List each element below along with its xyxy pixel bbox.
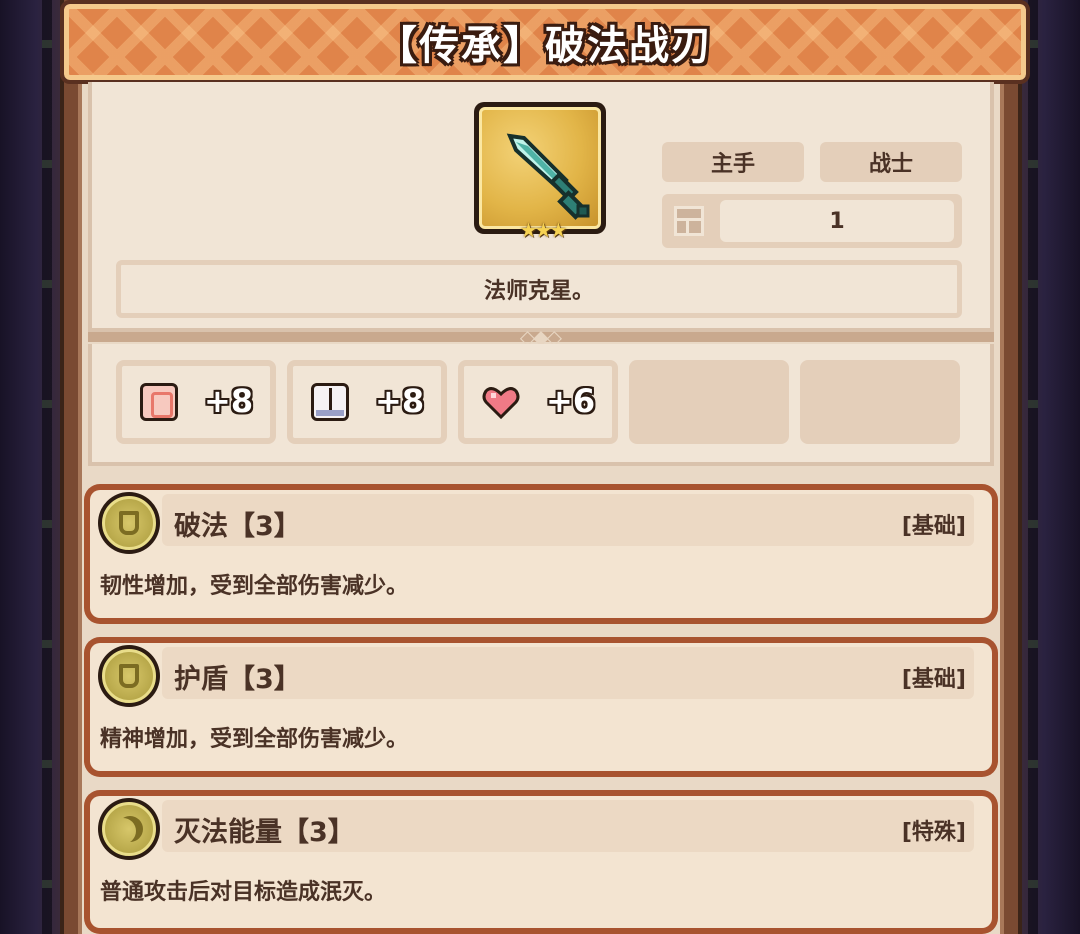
skill-type: [基础] xyxy=(901,667,966,692)
skill-card[interactable]: 灭法能量【3】 [特殊] 普通攻击后对目标造成泯灭。 xyxy=(84,790,998,934)
skill-name: 破法【3】 xyxy=(174,511,301,542)
moon-icon xyxy=(102,802,156,856)
skill-badge xyxy=(98,798,160,860)
skill-badge xyxy=(98,492,160,554)
skill-card[interactable]: 破法【3】 [基础] 韧性增加，受到全部伤害减少。 xyxy=(84,484,998,624)
spellbook-icon xyxy=(311,383,349,421)
skill-description: 普通攻击后对目标造成泯灭。 xyxy=(100,880,387,905)
skill-card-body: 破法【3】 [基础] 韧性增加，受到全部伤害减少。 xyxy=(90,490,992,618)
skill-badge xyxy=(98,645,160,707)
stat-slot-intellect[interactable]: +8 xyxy=(287,360,447,444)
stat-value: +8 xyxy=(204,382,254,420)
heart-icon xyxy=(482,383,520,421)
stat-slot-empty xyxy=(629,360,789,444)
skill-card-body: 灭法能量【3】 [特殊] 普通攻击后对目标造成泯灭。 xyxy=(90,796,992,928)
item-icon-frame[interactable] xyxy=(474,102,606,234)
level-box: 1 xyxy=(662,194,962,248)
item-title: 【传承】破法战刃 xyxy=(377,23,713,69)
title-banner: 【传承】破法战刃 xyxy=(60,0,1030,84)
rarity-stars: ★★★ xyxy=(519,218,568,242)
class-tag: 战士 xyxy=(820,142,962,182)
stat-value: +6 xyxy=(546,382,596,420)
skill-type: [特殊] xyxy=(901,820,966,845)
skill-card[interactable]: 护盾【3】 [基础] 精神增加，受到全部伤害减少。 xyxy=(84,637,998,777)
dagger-icon xyxy=(479,107,601,229)
stat-slot-health[interactable]: +6 xyxy=(458,360,618,444)
right-backdrop xyxy=(1020,0,1080,934)
level-icon xyxy=(674,206,704,236)
stat-value: +8 xyxy=(375,382,425,420)
skill-card-body: 护盾【3】 [基础] 精神增加，受到全部伤害减少。 xyxy=(90,643,992,771)
slot-tag: 主手 xyxy=(662,142,804,182)
level-value: 1 xyxy=(720,200,954,242)
strength-icon xyxy=(140,383,178,421)
skill-name: 护盾【3】 xyxy=(174,664,301,695)
left-backdrop xyxy=(0,0,60,934)
skill-name: 灭法能量【3】 xyxy=(174,817,355,848)
skill-description: 韧性增加，受到全部伤害减少。 xyxy=(100,574,409,599)
skill-type: [基础] xyxy=(901,514,966,539)
shield-icon xyxy=(102,496,156,550)
stat-slot-strength[interactable]: +8 xyxy=(116,360,276,444)
skill-description: 精神增加，受到全部伤害减少。 xyxy=(100,727,409,752)
shield-icon xyxy=(102,649,156,703)
stat-slot-empty xyxy=(800,360,960,444)
item-description: 法师克星。 xyxy=(116,260,962,318)
